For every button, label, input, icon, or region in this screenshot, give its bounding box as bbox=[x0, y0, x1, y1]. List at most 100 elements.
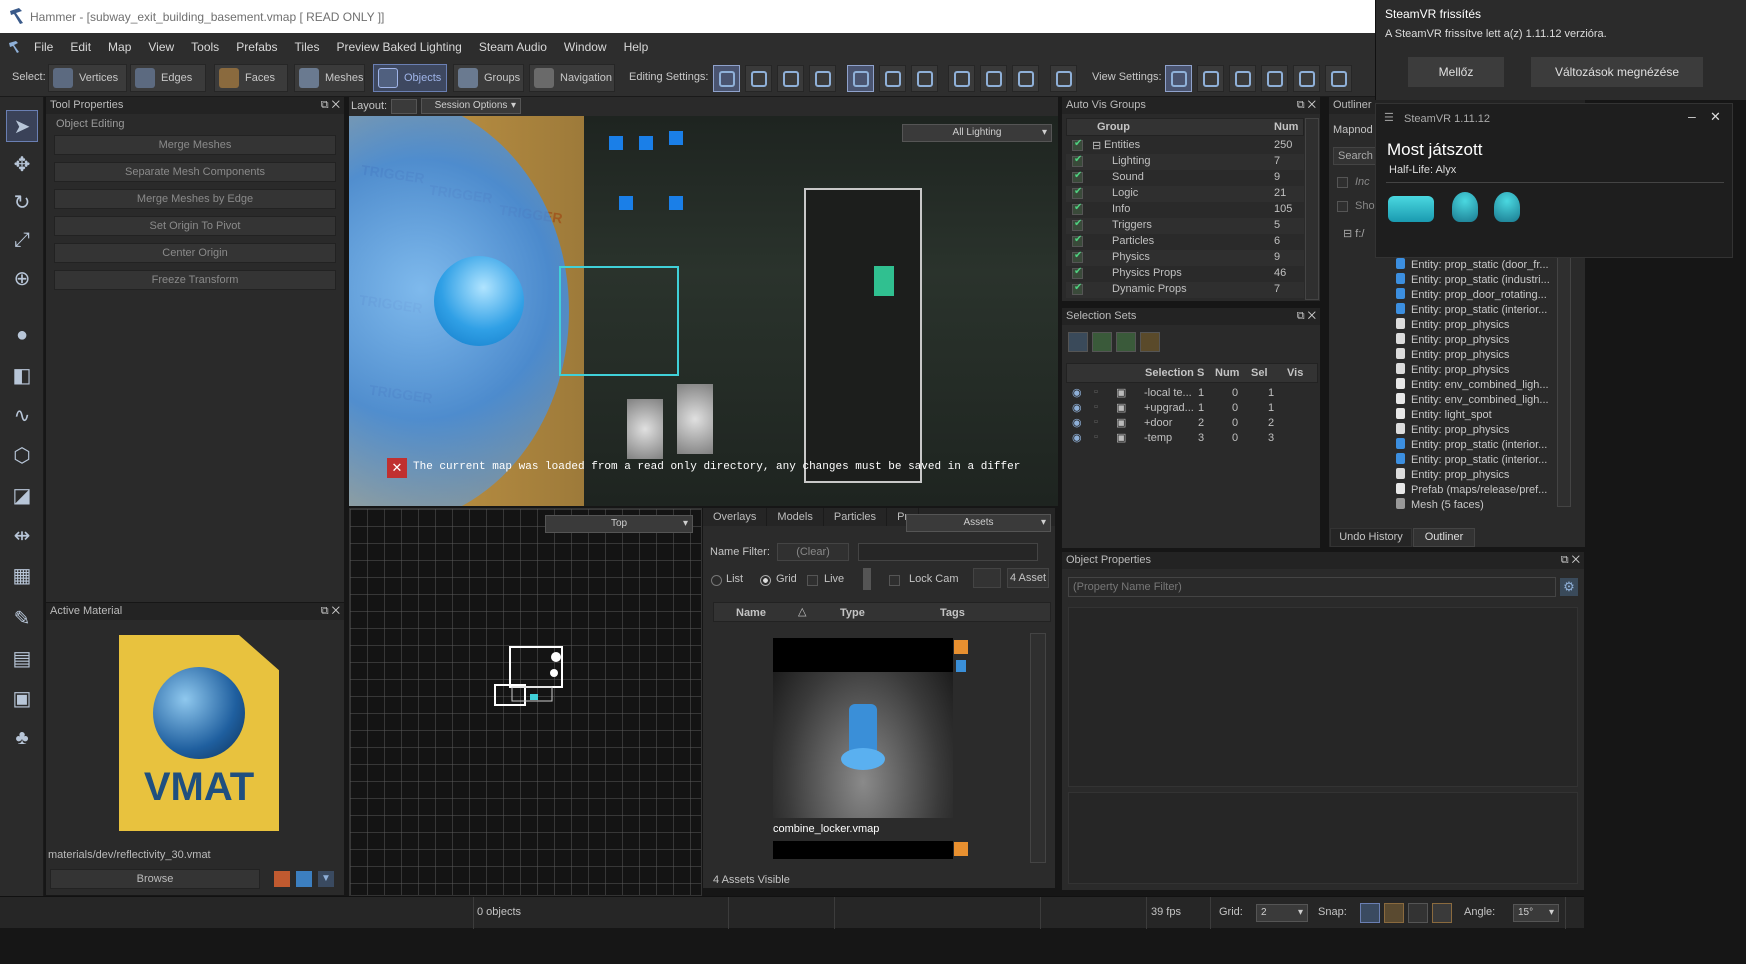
vis-group-checkbox[interactable] bbox=[1072, 170, 1083, 183]
column-type[interactable]: Type bbox=[840, 607, 865, 619]
set-origin-to-pivot-button[interactable]: Set Origin To Pivot bbox=[54, 216, 336, 236]
vis-group-row[interactable]: Lighting 7 bbox=[1066, 154, 1304, 170]
outliner-item[interactable]: Entity: prop_physics bbox=[1396, 333, 1558, 348]
selection-set-row[interactable]: ◉ ▫ ▣ -temp 3 0 3 bbox=[1066, 431, 1318, 447]
tab-models[interactable]: Models bbox=[767, 508, 824, 526]
layout-dropdown[interactable] bbox=[391, 99, 417, 114]
column-selection-set[interactable]: Selection S bbox=[1145, 367, 1204, 379]
viewport-3d[interactable]: TRIGGER TRIGGER TRIGGER TRIGGER TRIGGER … bbox=[349, 116, 1058, 506]
sphere-entity[interactable] bbox=[434, 256, 524, 346]
block-tool[interactable]: ◧ bbox=[6, 359, 38, 391]
paint-tool[interactable]: ✎ bbox=[6, 602, 38, 634]
session-options-dropdown[interactable]: Session Options bbox=[421, 98, 521, 114]
snap-angle-icon[interactable] bbox=[1432, 903, 1452, 923]
live-checkbox[interactable] bbox=[807, 575, 818, 586]
select-through-toggle[interactable] bbox=[847, 65, 874, 92]
asset-name[interactable]: combine_locker.vmap bbox=[773, 823, 879, 835]
merge-meshes-button[interactable]: Merge Meshes bbox=[54, 135, 336, 155]
asset-thumbnail-next[interactable] bbox=[773, 841, 953, 859]
panel-float-close-icon[interactable]: ⧉ ✕ bbox=[321, 603, 340, 620]
entity-tool[interactable]: ● bbox=[6, 319, 38, 351]
pivot-tool[interactable]: ⊕ bbox=[6, 262, 38, 294]
umbrella-toggle[interactable] bbox=[1012, 65, 1039, 92]
outliner-item[interactable]: Entity: prop_door_rotating... bbox=[1396, 288, 1558, 303]
gamepad-toggle[interactable] bbox=[1050, 65, 1077, 92]
vmat-thumbnail[interactable]: VMAT bbox=[119, 635, 279, 831]
panel-float-close-icon[interactable]: ⧉ ✕ bbox=[1297, 308, 1316, 325]
menu-map[interactable]: Map bbox=[108, 40, 131, 54]
vis-group-checkbox[interactable] bbox=[1072, 154, 1083, 167]
tile-tool[interactable]: ▤ bbox=[6, 642, 38, 674]
outliner-item[interactable]: Entity: prop_static (door_fr... bbox=[1396, 258, 1558, 273]
vis-group-checkbox[interactable] bbox=[1072, 138, 1083, 151]
mode-faces-button[interactable]: Faces bbox=[214, 64, 288, 92]
show-checkbox[interactable] bbox=[1337, 201, 1348, 212]
panel-float-close-icon[interactable]: ⧉ ✕ bbox=[321, 97, 340, 114]
vis-group-row[interactable]: Entities⊟ 250 bbox=[1066, 138, 1304, 154]
settings-gear-icon[interactable]: ⚙ bbox=[1560, 578, 1578, 596]
mode-edges-button[interactable]: Edges bbox=[130, 64, 206, 92]
local-space-toggle[interactable] bbox=[745, 65, 772, 92]
outliner-item[interactable]: Entity: prop_physics bbox=[1396, 348, 1558, 363]
rotate-tool[interactable]: ↻ bbox=[6, 186, 38, 218]
menu-tiles[interactable]: Tiles bbox=[295, 40, 320, 54]
menu-file[interactable]: File bbox=[34, 40, 53, 54]
remove-from-set-icon[interactable] bbox=[1116, 332, 1136, 352]
vis-group-row[interactable]: Triggers 5 bbox=[1066, 218, 1304, 234]
panel-float-close-icon[interactable]: ⧉ ✕ bbox=[1297, 97, 1316, 114]
view-flags-toggle[interactable] bbox=[1293, 65, 1320, 92]
logic-wires[interactable] bbox=[559, 266, 679, 376]
lock-cam-checkbox[interactable] bbox=[889, 575, 900, 586]
select-meshes-toggle[interactable] bbox=[879, 65, 906, 92]
menu-window[interactable]: Window bbox=[564, 40, 607, 54]
separate-mesh-components-button[interactable]: Separate Mesh Components bbox=[54, 162, 336, 182]
open-asset-icon[interactable] bbox=[954, 842, 968, 856]
eye-icon[interactable]: ◉ bbox=[1072, 401, 1082, 414]
doorway[interactable] bbox=[804, 188, 922, 483]
column-group[interactable]: Group bbox=[1097, 121, 1130, 133]
outliner-item[interactable]: Entity: env_combined_ligh... bbox=[1396, 378, 1558, 393]
new-set-icon[interactable] bbox=[1068, 332, 1088, 352]
property-filter-input[interactable]: (Property Name Filter) bbox=[1068, 577, 1556, 597]
snap-grid-icon[interactable] bbox=[1360, 903, 1380, 923]
tab-particles[interactable]: Particles bbox=[824, 508, 888, 526]
lock-icon[interactable]: ▫ bbox=[1094, 386, 1098, 398]
column-sel[interactable]: Sel bbox=[1251, 367, 1268, 379]
logic-entity-icon[interactable] bbox=[874, 266, 894, 296]
include-checkbox[interactable] bbox=[1337, 177, 1348, 188]
outliner-item[interactable]: Entity: env_combined_ligh... bbox=[1396, 393, 1558, 408]
column-num[interactable]: Num bbox=[1215, 367, 1239, 379]
dismiss-button[interactable]: Mellőz bbox=[1408, 57, 1504, 87]
translate-tool[interactable]: ✥ bbox=[6, 148, 38, 180]
outliner-scrollbar[interactable] bbox=[1557, 249, 1571, 507]
view-mode-dropdown[interactable]: Top bbox=[545, 515, 693, 533]
vis-group-row[interactable]: Dynamic Props 7 bbox=[1066, 282, 1304, 298]
minimize-icon[interactable]: – bbox=[1688, 108, 1696, 124]
outliner-item[interactable]: Entity: prop_static (interior... bbox=[1396, 438, 1558, 453]
grid-radio[interactable] bbox=[760, 575, 771, 586]
logic-relay-cluster[interactable] bbox=[609, 126, 699, 236]
asset-scrollbar[interactable] bbox=[1030, 633, 1046, 863]
path-tool[interactable]: ∿ bbox=[6, 399, 38, 431]
hamburger-icon[interactable]: ☰ bbox=[1384, 111, 1394, 124]
asset-count-button[interactable]: 4 Asset bbox=[1007, 568, 1049, 588]
view-audio-toggle[interactable] bbox=[1325, 65, 1352, 92]
menu-preview-baked-lighting[interactable]: Preview Baked Lighting bbox=[336, 40, 461, 54]
menu-steam-audio[interactable]: Steam Audio bbox=[479, 40, 547, 54]
lock-icon[interactable]: ▫ bbox=[1094, 401, 1098, 413]
tab-undo-history[interactable]: Undo History bbox=[1330, 528, 1412, 547]
open-asset-icon[interactable] bbox=[954, 640, 968, 654]
scale-tool[interactable]: ⤢ bbox=[6, 224, 38, 256]
speaker-entity[interactable] bbox=[677, 384, 713, 454]
merge-meshes-by-edge-button[interactable]: Merge Meshes by Edge bbox=[54, 189, 336, 209]
camera-toggle[interactable] bbox=[948, 65, 975, 92]
cube-toggle[interactable] bbox=[980, 65, 1007, 92]
clipping-tool[interactable]: ◪ bbox=[6, 479, 38, 511]
speaker-entity[interactable] bbox=[627, 399, 663, 459]
view-lighting-toggle[interactable] bbox=[1165, 65, 1192, 92]
vis-group-row[interactable]: Info 105 bbox=[1066, 202, 1304, 218]
view-lights-toggle[interactable] bbox=[1261, 65, 1288, 92]
outliner-item[interactable]: Entity: prop_physics bbox=[1396, 423, 1558, 438]
vis-group-checkbox[interactable] bbox=[1072, 202, 1083, 215]
vis-group-checkbox[interactable] bbox=[1072, 266, 1083, 279]
